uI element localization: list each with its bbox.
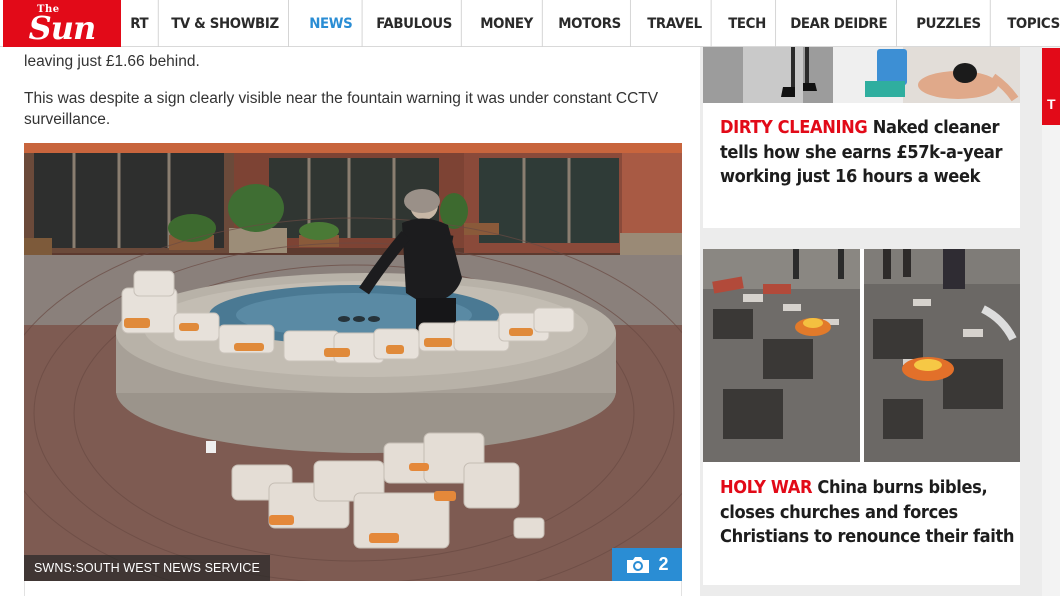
nav-item-money[interactable]: MONEY [471,0,543,47]
story-headline[interactable]: DIRTY CLEANING Naked cleaner tells how s… [720,116,1016,190]
top-navigation: The Sun RT TV & SHOWBIZ NEWS FABULOUS MO… [0,0,1060,47]
photo-credit: SWNS:SOUTH WEST NEWS SERVICE [24,555,270,581]
cleaner-thumbnail-illustration [703,47,1020,103]
story-thumbnail[interactable] [703,249,1020,462]
story-kicker: HOLY WAR [720,478,813,498]
nav-item-travel[interactable]: TRAVEL [638,0,713,47]
gallery-count: 2 [658,554,669,574]
sidebar-story-card[interactable]: DIRTY CLEANING Naked cleaner tells how s… [703,47,1020,228]
nav-item-news[interactable]: NEWS [300,0,362,47]
nav-item-motors[interactable]: MOTORS [549,0,632,47]
nav-item-sport[interactable]: RT [121,0,159,47]
nav-menu: RT TV & SHOWBIZ NEWS FABULOUS MONEY MOTO… [121,0,1060,47]
story-headline[interactable]: HOLY WAR China burns bibles, closes chur… [720,476,1016,550]
burning-bibles-thumbnail-illustration [703,249,1020,462]
article-body: leaving just £1.66 behind. This was desp… [0,47,700,596]
camera-icon [627,556,650,573]
nav-item-puzzles[interactable]: PUZZLES [907,0,991,47]
article-photo[interactable] [24,143,682,581]
nav-item-topics-a-z[interactable]: TOPICS A-Z [998,0,1060,47]
the-sun-logo[interactable]: The Sun [3,0,121,47]
right-gutter [1042,47,1060,596]
article-divider [24,581,682,596]
fountain-photo-illustration [24,143,682,581]
gallery-button[interactable]: 2 [612,548,682,581]
side-promo-tab[interactable]: T [1042,48,1060,125]
article-paragraph: leaving just £1.66 behind. [24,53,200,70]
nav-item-dear-deidre[interactable]: DEAR DEIDRE [781,0,897,47]
story-thumbnail[interactable] [703,47,1020,103]
story-kicker: DIRTY CLEANING [720,118,868,138]
side-promo-letter: T [1047,96,1056,112]
sidebar-story-card[interactable]: HOLY WAR China burns bibles, closes chur… [703,249,1020,585]
logo-small-text: The [37,4,60,15]
article-paragraph: This was despite a sign clearly visible … [24,90,659,128]
nav-item-tv-showbiz[interactable]: TV & SHOWBIZ [162,0,289,47]
nav-item-fabulous[interactable]: FABULOUS [367,0,463,47]
nav-item-tech[interactable]: TECH [719,0,776,47]
